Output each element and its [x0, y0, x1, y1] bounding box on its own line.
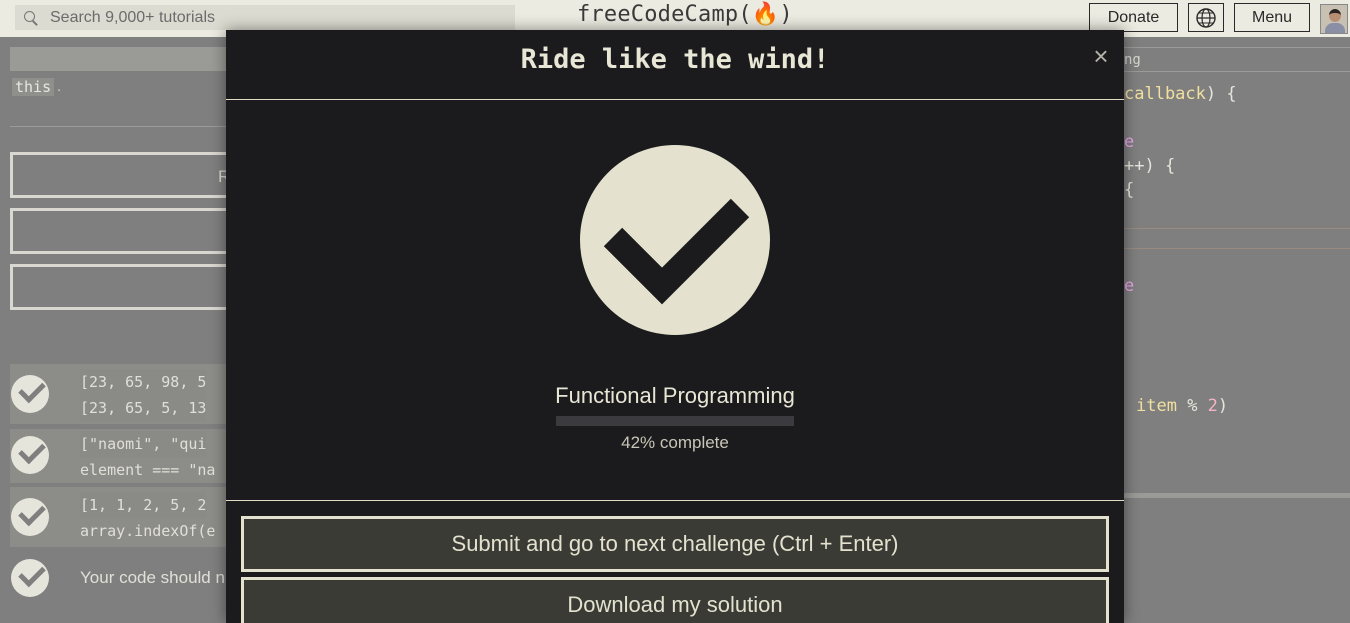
- code-line: ++) {: [1124, 156, 1176, 176]
- code-token: callback: [1124, 84, 1206, 104]
- challenge-description-pane: this . R [23, 65, 98, 5 [23, 65, 5, 13 […: [0, 37, 240, 623]
- donate-button[interactable]: Donate: [1089, 3, 1178, 32]
- test-code-line: ["naomi", "qui: [80, 431, 207, 457]
- language-button[interactable]: [1188, 3, 1224, 32]
- reset-button[interactable]: [10, 208, 240, 254]
- help-button[interactable]: [10, 264, 240, 310]
- test-code-line: element === "na: [80, 461, 216, 479]
- challenge-complete-modal: Ride like the wind! × Functional Program…: [226, 30, 1124, 623]
- search-placeholder: Search 9,000+ tutorials: [50, 8, 215, 26]
- test-code-line: [23, 65, 5, 13: [80, 395, 207, 421]
- progress-bar: [556, 416, 794, 426]
- search-icon: [15, 5, 45, 30]
- editor-highlight-border: [1124, 228, 1350, 229]
- download-solution-button[interactable]: Download my solution: [241, 577, 1109, 623]
- modal-title: Ride like the wind!: [520, 44, 830, 75]
- code-token: 2: [1207, 396, 1218, 416]
- run-tests-button[interactable]: R: [10, 152, 240, 198]
- divider: [10, 126, 226, 127]
- test-description: Your code should n: [80, 568, 225, 587]
- code-token: %: [1176, 396, 1208, 416]
- avatar-head: [1329, 9, 1341, 22]
- code-line: e: [1124, 276, 1135, 296]
- code-line: callback) {: [1124, 84, 1237, 104]
- block-name: Functional Programming: [555, 383, 795, 408]
- test-pass-icon: [11, 498, 49, 536]
- progress-bar-fill: [556, 416, 656, 426]
- search-bar[interactable]: Search 9,000+ tutorials: [15, 5, 515, 30]
- close-icon[interactable]: ×: [1090, 43, 1112, 69]
- globe-icon: [1196, 7, 1216, 28]
- editor-highlight-border: [1124, 248, 1350, 249]
- test-code-line: [23, 65, 98, 5: [80, 369, 207, 395]
- test-pass-icon: [11, 436, 49, 474]
- code-editor-pane: ng callback) { e ++) { { e item % 2): [1124, 37, 1350, 623]
- modal-footer-divider: [226, 500, 1124, 501]
- avatar[interactable]: [1320, 4, 1348, 34]
- instruction-block: [10, 47, 226, 71]
- code-token: item: [1136, 396, 1177, 416]
- editor-console-divider[interactable]: [1124, 493, 1350, 498]
- code-line: e: [1124, 132, 1135, 152]
- avatar-body: [1325, 23, 1345, 33]
- freecodecamp-logo[interactable]: freeCodeCamp(🔥): [577, 2, 793, 27]
- test-code-line: array.indexOf(e: [80, 522, 216, 540]
- inline-code-suffix: .: [57, 78, 62, 95]
- submit-next-challenge-button[interactable]: Submit and go to next challenge (Ctrl + …: [241, 516, 1109, 572]
- inline-code: this: [12, 78, 55, 96]
- test-code-line: [1, 1, 2, 5, 2: [80, 492, 207, 518]
- code-token: ) {: [1205, 84, 1237, 104]
- editor-tab[interactable]: ng: [1124, 47, 1350, 72]
- menu-button[interactable]: Menu: [1234, 3, 1310, 32]
- test-pass-icon: [11, 375, 49, 413]
- checkmark-icon: [580, 145, 770, 335]
- progress-text: 42% complete: [621, 433, 729, 452]
- code-line: item % 2): [1136, 396, 1228, 416]
- test-pass-icon: [11, 559, 49, 597]
- code-line: {: [1124, 180, 1135, 200]
- code-token: ): [1217, 396, 1229, 416]
- modal-header-divider: [226, 99, 1124, 100]
